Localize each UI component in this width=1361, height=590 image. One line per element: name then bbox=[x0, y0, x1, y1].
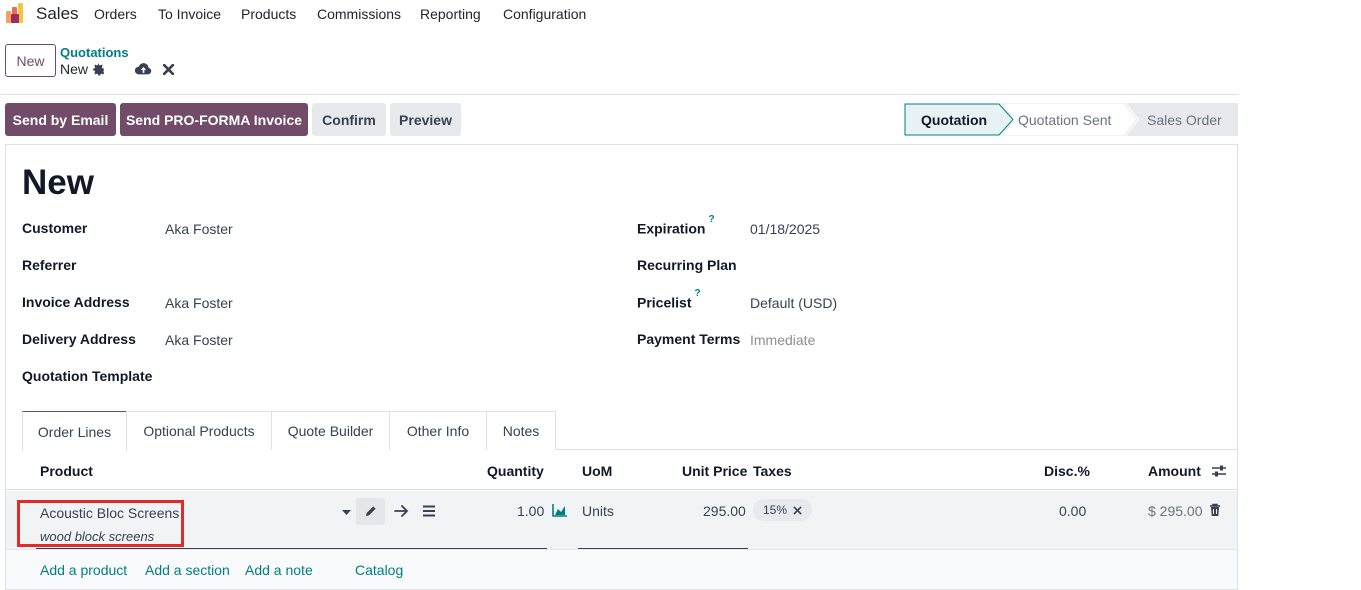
menu-configuration[interactable]: Configuration bbox=[503, 6, 586, 22]
delivery-address-label: Delivery Address bbox=[22, 331, 136, 347]
add-note-link[interactable]: Add a note bbox=[245, 562, 313, 578]
stage-sales-order[interactable]: Sales Order bbox=[1147, 103, 1222, 136]
add-product-link[interactable]: Add a product bbox=[40, 562, 127, 578]
invoice-address-label: Invoice Address bbox=[22, 294, 130, 310]
list-menu-icon[interactable] bbox=[422, 505, 436, 517]
new-button[interactable]: New bbox=[5, 44, 56, 77]
referrer-field[interactable] bbox=[165, 258, 605, 276]
breadcrumb: New bbox=[60, 61, 105, 77]
payment-terms-label: Payment Terms bbox=[637, 331, 741, 347]
edit-pencil-icon[interactable] bbox=[356, 498, 385, 525]
tax-badge-label: 15% bbox=[763, 503, 788, 517]
col-taxes[interactable]: Taxes bbox=[753, 463, 792, 479]
pricelist-label: Pricelist? bbox=[637, 288, 701, 311]
column-settings-icon[interactable] bbox=[1211, 464, 1227, 478]
help-icon[interactable]: ? bbox=[694, 288, 700, 299]
quantity-value[interactable]: 1.00 bbox=[517, 503, 544, 519]
uom-value[interactable]: Units bbox=[582, 503, 614, 519]
stage-quotation[interactable]: Quotation bbox=[921, 103, 987, 136]
pricelist-label-text: Pricelist bbox=[637, 294, 692, 311]
tab-quote-builder[interactable]: Quote Builder bbox=[271, 411, 390, 450]
menu-to-invoice[interactable]: To Invoice bbox=[158, 6, 221, 22]
menu-orders[interactable]: Orders bbox=[94, 6, 137, 22]
recurring-plan-field[interactable] bbox=[750, 258, 1190, 276]
help-icon[interactable]: ? bbox=[708, 214, 714, 225]
send-proforma-button[interactable]: Send PRO-FORMA Invoice bbox=[120, 103, 308, 136]
tab-notes[interactable]: Notes bbox=[486, 411, 556, 450]
discard-icon[interactable] bbox=[161, 61, 175, 77]
amount-value: $ 295.00 bbox=[1148, 503, 1203, 519]
invoice-address-field[interactable]: Aka Foster bbox=[165, 295, 233, 311]
col-product[interactable]: Product bbox=[40, 463, 93, 479]
top-navbar: Sales Orders To Invoice Products Commiss… bbox=[0, 0, 1361, 28]
trash-icon[interactable] bbox=[1209, 503, 1221, 517]
menu-reporting[interactable]: Reporting bbox=[420, 6, 481, 22]
divider bbox=[0, 94, 1239, 95]
unit-price-value[interactable]: 295.00 bbox=[703, 503, 746, 519]
dropdown-caret-icon[interactable] bbox=[342, 510, 351, 516]
col-disc[interactable]: Disc.% bbox=[1044, 463, 1090, 479]
breadcrumb-quotations[interactable]: Quotations bbox=[60, 45, 129, 60]
customer-label: Customer bbox=[22, 220, 88, 236]
expiration-label: Expiration? bbox=[637, 214, 715, 237]
add-section-link[interactable]: Add a section bbox=[145, 562, 230, 578]
send-by-email-button[interactable]: Send by Email bbox=[5, 103, 116, 136]
gear-icon[interactable] bbox=[92, 62, 105, 76]
referrer-label: Referrer bbox=[22, 257, 77, 273]
pricelist-field[interactable]: Default (USD) bbox=[750, 295, 837, 311]
confirm-button[interactable]: Confirm bbox=[312, 103, 386, 136]
col-amount[interactable]: Amount bbox=[1148, 463, 1201, 479]
menu-products[interactable]: Products bbox=[241, 6, 296, 22]
forecast-chart-icon[interactable] bbox=[552, 503, 568, 517]
breadcrumb-current: New bbox=[60, 61, 89, 77]
discount-value[interactable]: 0.00 bbox=[1059, 503, 1086, 519]
tab-other-info[interactable]: Other Info bbox=[389, 411, 487, 450]
customer-field[interactable]: Aka Foster bbox=[165, 221, 233, 237]
preview-button[interactable]: Preview bbox=[390, 103, 461, 136]
remove-tax-icon[interactable] bbox=[793, 505, 802, 515]
payment-terms-field[interactable]: Immediate bbox=[750, 332, 815, 348]
catalog-link[interactable]: Catalog bbox=[355, 562, 403, 578]
highlight-box bbox=[17, 500, 184, 547]
status-bar: Quotation Quotation Sent Sales Order bbox=[904, 103, 1238, 136]
app-name[interactable]: Sales bbox=[36, 4, 79, 24]
col-unit-price[interactable]: Unit Price bbox=[682, 463, 747, 479]
quotation-template-field[interactable] bbox=[165, 369, 605, 387]
save-cloud-icon[interactable] bbox=[134, 61, 152, 77]
menu-commissions[interactable]: Commissions bbox=[317, 6, 401, 22]
tab-order-lines[interactable]: Order Lines bbox=[22, 411, 127, 451]
col-quantity[interactable]: Quantity bbox=[487, 463, 544, 479]
recurring-plan-label: Recurring Plan bbox=[637, 257, 737, 273]
expiration-label-text: Expiration bbox=[637, 220, 706, 237]
table-header: Product Quantity UoM Unit Price Taxes Di… bbox=[6, 450, 1237, 490]
col-uom[interactable]: UoM bbox=[582, 463, 612, 479]
expiration-field[interactable]: 01/18/2025 bbox=[750, 221, 820, 237]
tax-badge[interactable]: 15% bbox=[753, 499, 812, 521]
stage-quotation-sent[interactable]: Quotation Sent bbox=[1018, 103, 1111, 136]
quotation-template-label: Quotation Template bbox=[22, 368, 153, 384]
sales-app-icon[interactable] bbox=[5, 2, 27, 24]
table-row[interactable] bbox=[6, 491, 1237, 549]
page-title: New bbox=[22, 163, 94, 202]
delivery-address-field[interactable]: Aka Foster bbox=[165, 332, 233, 348]
open-record-arrow-icon[interactable] bbox=[394, 504, 409, 518]
tab-optional-products[interactable]: Optional Products bbox=[126, 411, 272, 450]
